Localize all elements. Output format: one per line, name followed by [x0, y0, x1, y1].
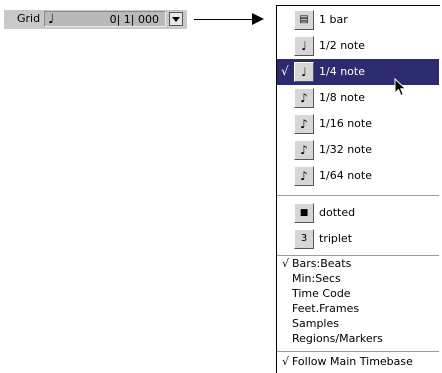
menu-item-label: Min:Secs [292, 272, 341, 285]
menu-item-label: Regions/Markers [292, 332, 383, 345]
menu-item-sixteenth-note[interactable]: ♪ 1/16 note [277, 111, 439, 137]
dot-icon: ■ [294, 203, 314, 223]
menu-item-dotted[interactable]: ■ dotted [277, 200, 439, 226]
menu-item-label: dotted [319, 206, 356, 219]
menu-item-eighth-note[interactable]: ♪ 1/8 note [277, 85, 439, 111]
menu-item-half-note[interactable]: ♩ 1/2 note [277, 33, 439, 59]
quarter-note-icon: ♩ [294, 62, 314, 82]
checkmark-icon: √ [282, 257, 290, 270]
menu-item-label: 1/2 note [319, 39, 365, 52]
eighth-note-icon: ♪ [294, 88, 314, 108]
arrow-right-icon [252, 13, 264, 25]
menu-item-min-secs[interactable]: Min:Secs [282, 272, 341, 286]
menu-separator [277, 351, 439, 352]
menu-separator [277, 255, 439, 256]
sixteenth-note-icon: ♪ [294, 114, 314, 134]
half-note-icon: ♩ [294, 36, 314, 56]
grid-value: 0| 1| 000 [109, 13, 159, 26]
menu-item-label: Samples [292, 317, 339, 330]
menu-item-feet-frames[interactable]: Feet.Frames [282, 302, 359, 316]
menu-item-label: Bars:Beats [292, 257, 352, 270]
grid-label: Grid [17, 12, 41, 25]
bar-icon: ▤ [294, 10, 314, 30]
menu-item-label: Time Code [292, 287, 351, 300]
checkmark-icon: √ [282, 355, 290, 368]
menu-item-follow-main-timebase[interactable]: √ Follow Main Timebase [282, 355, 413, 369]
thirty-second-note-icon: ♪ [294, 140, 314, 160]
menu-item-regions-markers[interactable]: Regions/Markers [282, 332, 383, 346]
menu-item-label: triplet [319, 232, 353, 245]
menu-item-samples[interactable]: Samples [282, 317, 339, 331]
checkmark-icon: √ [281, 64, 289, 78]
menu-item-sixty-fourth-note[interactable]: ♪ 1/64 note [277, 163, 439, 189]
grid-dropdown-button[interactable] [169, 12, 183, 26]
chevron-down-icon [172, 17, 180, 22]
menu-item-1-bar[interactable]: ▤ 1 bar [277, 7, 439, 33]
grid-value-field[interactable]: ♩ 0| 1| 000 [44, 11, 166, 27]
menu-item-label: 1/32 note [319, 143, 372, 156]
menu-item-time-code[interactable]: Time Code [282, 287, 351, 301]
quarter-note-icon: ♩ [48, 12, 55, 27]
menu-item-bars-beats[interactable]: √ Bars:Beats [282, 257, 351, 271]
menu-item-label: 1/16 note [319, 117, 372, 130]
triplet-icon: 3 [294, 229, 314, 249]
menu-separator [277, 195, 439, 196]
menu-item-label: 1 bar [319, 13, 348, 26]
menu-item-label: 1/64 note [319, 169, 372, 182]
menu-item-label: 1/8 note [319, 91, 365, 104]
menu-item-label: 1/4 note [319, 65, 365, 78]
mouse-cursor-icon [394, 78, 407, 97]
grid-control[interactable]: Grid ♩ 0| 1| 000 [4, 10, 187, 29]
menu-item-label: Feet.Frames [292, 302, 360, 315]
grid-menu: ▤ 1 bar ♩ 1/2 note √ ♩ 1/4 note ♪ 1/8 no… [276, 5, 440, 373]
menu-item-quarter-note[interactable]: √ ♩ 1/4 note [277, 59, 439, 85]
sixty-fourth-note-icon: ♪ [294, 166, 314, 186]
menu-item-triplet[interactable]: 3 triplet [277, 226, 439, 252]
connector-line [194, 19, 254, 20]
menu-item-thirty-second-note[interactable]: ♪ 1/32 note [277, 137, 439, 163]
menu-item-label: Follow Main Timebase [292, 355, 413, 368]
